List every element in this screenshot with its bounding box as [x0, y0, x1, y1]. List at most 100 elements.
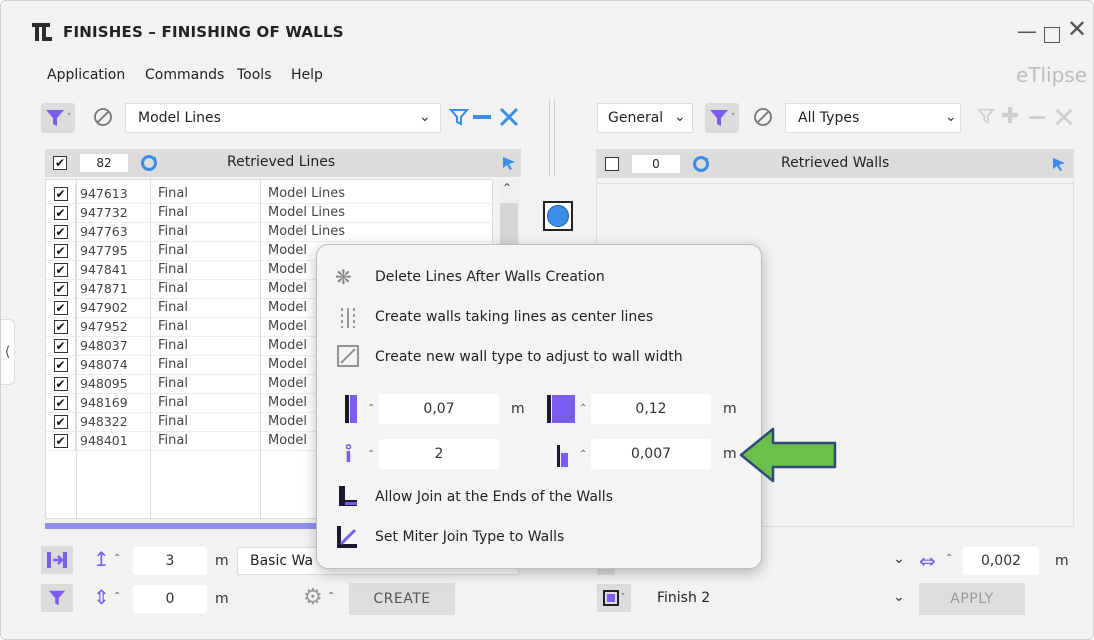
thin-width-input[interactable]: 0,07 [379, 394, 499, 424]
menu-application[interactable]: Application [47, 67, 125, 83]
height-spinner[interactable]: ⌃ [113, 553, 121, 564]
refresh-walls-icon[interactable] [693, 156, 709, 176]
row-id: 948074 [80, 357, 128, 372]
table-row[interactable]: ✔ 947613 Final Model Lines [46, 184, 494, 204]
table-row[interactable]: ✔ 947732 Final Model Lines [46, 203, 494, 223]
row-checkbox-cell[interactable]: ✔ [46, 241, 76, 261]
row-checkbox-cell[interactable]: ✔ [46, 355, 76, 375]
chevron-down-icon[interactable]: ⌄ [419, 109, 431, 125]
filter-blue-icon[interactable] [448, 107, 470, 131]
wall-offset-input[interactable]: 0,007 [591, 439, 711, 469]
spacing-input[interactable]: 0,002 [963, 547, 1039, 575]
count-spinner[interactable]: ⌃ [367, 449, 375, 460]
row-status: Final [158, 414, 188, 429]
row-status: Final [158, 395, 188, 410]
row-checkbox[interactable]: ✔ [53, 301, 68, 315]
row-checkbox-cell[interactable]: ✔ [46, 298, 76, 318]
height-input[interactable]: 3 [133, 547, 207, 575]
level-filter-icon[interactable] [41, 584, 73, 612]
maximize-button[interactable] [1044, 27, 1060, 43]
scroll-up-icon[interactable]: ⌃ [502, 181, 512, 195]
option-new-wall-type[interactable]: Create new wall type to adjust to wall w… [375, 349, 683, 365]
line-type-dropdown[interactable]: Model Lines [125, 103, 441, 133]
row-checkbox[interactable]: ✔ [53, 282, 68, 296]
offset-unit: m [215, 591, 229, 607]
thick-width-spinner[interactable]: ⌃ [579, 403, 587, 414]
row-checkbox[interactable]: ✔ [53, 377, 68, 391]
chevron-down-icon[interactable]: ⌄ [945, 109, 957, 125]
option-center-lines[interactable]: Create walls taking lines as center line… [375, 309, 653, 325]
menu-help[interactable]: Help [291, 67, 323, 83]
row-status: Final [158, 338, 188, 353]
row-checkbox-cell[interactable]: ✔ [46, 203, 76, 223]
row-checkbox-cell[interactable]: ✔ [46, 336, 76, 356]
thin-width-spinner[interactable]: ⌃ [367, 403, 375, 414]
row-checkbox[interactable]: ✔ [53, 396, 68, 410]
row-checkbox[interactable]: ✔ [53, 187, 68, 201]
apply-button[interactable]: APPLY [919, 583, 1025, 615]
count-input[interactable]: 2 [379, 439, 499, 469]
minus-icon[interactable] [473, 115, 491, 119]
close-button[interactable]: ✕ [1067, 15, 1087, 43]
chevron-down-icon[interactable]: ⌄ [893, 551, 905, 567]
walls-no-filter-icon[interactable] [753, 107, 773, 131]
finish-color-button[interactable]: ˅ [597, 584, 631, 612]
walls-filter-icon[interactable]: ˅ [705, 103, 739, 133]
wall-offset-unit: m [723, 446, 737, 462]
auto-direction-button[interactable] [41, 546, 73, 574]
option-delete-lines[interactable]: Delete Lines After Walls Creation [375, 269, 605, 285]
row-status: Final [158, 224, 188, 239]
row-checkbox-cell[interactable]: ✔ [46, 317, 76, 337]
row-checkbox[interactable]: ✔ [53, 415, 68, 429]
row-checkbox-cell[interactable]: ✔ [46, 431, 76, 451]
cursor-select-icon[interactable] [1051, 156, 1067, 176]
row-checkbox[interactable]: ✔ [53, 320, 68, 334]
row-id: 947871 [80, 281, 128, 296]
row-checkbox[interactable]: ✔ [53, 434, 68, 448]
row-type: Model [268, 281, 308, 296]
row-checkbox[interactable]: ✔ [53, 225, 68, 239]
offset-spinner[interactable]: ⌃ [113, 591, 121, 602]
menu-tools[interactable]: Tools [237, 67, 272, 83]
category-dropdown[interactable]: General ⌄ [597, 103, 693, 133]
finish-dropdown[interactable]: Finish 2 [645, 583, 905, 613]
row-checkbox[interactable]: ✔ [53, 339, 68, 353]
row-checkbox-cell[interactable]: ✔ [46, 412, 76, 432]
no-filter-icon[interactable] [93, 107, 113, 127]
transfer-button[interactable] [543, 201, 573, 231]
select-all-walls-checkbox[interactable] [605, 157, 619, 171]
thick-width-input[interactable]: 0,12 [591, 394, 711, 424]
table-row[interactable]: ✔ 947763 Final Model Lines [46, 222, 494, 242]
minimize-button[interactable]: — [1017, 19, 1037, 43]
row-checkbox-cell[interactable]: ✔ [46, 374, 76, 394]
center-lines-icon [339, 307, 357, 333]
gear-spinner[interactable]: ⌃ [327, 591, 335, 602]
filter-icon[interactable]: ˅ [41, 103, 75, 133]
chevron-down-icon[interactable]: ⌄ [893, 589, 905, 605]
clear-icon[interactable] [497, 105, 521, 133]
row-status: Final [158, 243, 188, 258]
option-join-ends[interactable]: Allow Join at the Ends of the Walls [375, 489, 613, 505]
cursor-select-icon[interactable] [501, 155, 517, 175]
menu-commands[interactable]: Commands [145, 67, 224, 83]
select-all-lines-checkbox[interactable]: ✔ [53, 156, 67, 170]
option-miter-join[interactable]: Set Miter Join Type to Walls [375, 529, 564, 545]
offset-input[interactable]: 0 [133, 585, 207, 613]
wall-types-dropdown[interactable]: All Types [785, 103, 961, 133]
row-checkbox-cell[interactable]: ✔ [46, 260, 76, 280]
collapse-left-icon[interactable]: ⟨ [1, 319, 15, 385]
create-button[interactable]: CREATE [349, 583, 455, 615]
spacing-spinner[interactable]: ⌃ [945, 553, 953, 564]
row-checkbox[interactable]: ✔ [53, 244, 68, 258]
refresh-lines-icon[interactable] [141, 155, 157, 175]
row-checkbox[interactable]: ✔ [53, 358, 68, 372]
row-checkbox-cell[interactable]: ✔ [46, 222, 76, 242]
row-checkbox-cell[interactable]: ✔ [46, 393, 76, 413]
offset-spinner[interactable]: ⌃ [579, 449, 587, 460]
row-checkbox-cell[interactable]: ✔ [46, 184, 76, 204]
row-checkbox[interactable]: ✔ [53, 206, 68, 220]
row-checkbox[interactable]: ✔ [53, 263, 68, 277]
gear-icon[interactable]: ⚙ [303, 585, 323, 610]
highlight-arrow-icon [739, 427, 839, 487]
row-checkbox-cell[interactable]: ✔ [46, 279, 76, 299]
